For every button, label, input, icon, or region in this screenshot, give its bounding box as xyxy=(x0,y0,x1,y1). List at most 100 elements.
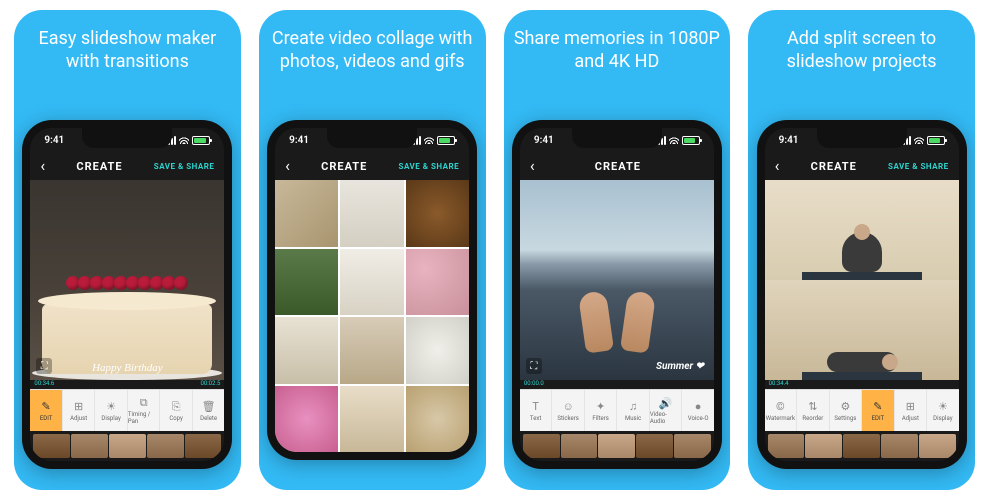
timeline[interactable] xyxy=(520,431,714,461)
nav-title: CREATE xyxy=(76,160,122,173)
adjust-icon: ⊞ xyxy=(903,400,917,414)
editor-canvas[interactable] xyxy=(765,180,959,380)
battery-icon xyxy=(682,136,700,145)
back-arrow-icon[interactable]: ‹ xyxy=(285,158,290,174)
tool-delete[interactable]: 🗑Delete xyxy=(193,390,225,431)
collage-cell[interactable] xyxy=(340,180,403,247)
tool-text[interactable]: TText xyxy=(520,390,553,431)
tool-display[interactable]: ☀Display xyxy=(95,390,128,431)
tool-watermark[interactable]: ©Watermark xyxy=(765,390,798,431)
promo-card-2: Create video collage with photos, videos… xyxy=(259,10,486,490)
editor-canvas[interactable]: Summer ❤ ⛶ xyxy=(520,180,714,380)
phone-notch xyxy=(82,128,172,148)
timeline-frame[interactable] xyxy=(881,434,918,458)
expand-icon[interactable]: ⛶ xyxy=(36,358,52,374)
collage-cell[interactable] xyxy=(275,317,338,384)
save-share-button[interactable]: SAVE & SHARE xyxy=(154,162,215,171)
tool-edit[interactable]: ✎EDIT xyxy=(30,390,63,431)
display-icon: ☀ xyxy=(936,400,950,414)
collage-cell[interactable] xyxy=(275,386,338,453)
timeline-frame[interactable] xyxy=(109,434,146,458)
timeline-frame[interactable] xyxy=(598,434,635,458)
collage-cell[interactable] xyxy=(275,180,338,247)
timeline-frame[interactable] xyxy=(843,434,880,458)
back-arrow-icon[interactable]: ‹ xyxy=(775,158,780,174)
phone-mockup: 9:41 ‹ CREATE SAVE & SHARE xyxy=(22,120,232,469)
voice-icon: ● xyxy=(691,400,705,414)
tool-adjust[interactable]: ⊞Adjust xyxy=(63,390,96,431)
reorder-icon: ⇅ xyxy=(806,400,820,414)
expand-icon[interactable]: ⛶ xyxy=(526,358,542,374)
save-share-button[interactable]: SAVE & SHARE xyxy=(399,162,460,171)
text-icon: T xyxy=(529,400,543,414)
collage-cell[interactable] xyxy=(340,386,403,453)
collage-cell[interactable] xyxy=(340,249,403,316)
timeline-frame[interactable] xyxy=(919,434,956,458)
slide-image: Summer ❤ xyxy=(520,180,714,380)
copy-icon: ⎘ xyxy=(169,400,183,414)
watermark-icon: © xyxy=(773,400,787,414)
tool-voiceover[interactable]: ●Voice-O xyxy=(682,390,714,431)
timeline-frame[interactable] xyxy=(147,434,184,458)
collage-cell[interactable] xyxy=(406,180,469,247)
slide-image xyxy=(30,180,224,380)
tool-settings[interactable]: ⚙Settings xyxy=(830,390,863,431)
stickers-icon: ☺ xyxy=(561,400,575,414)
timing-icon: ⧉ xyxy=(137,396,151,410)
timeline[interactable] xyxy=(765,431,959,461)
back-arrow-icon[interactable]: ‹ xyxy=(40,158,45,174)
tool-music[interactable]: ♫Music xyxy=(617,390,650,431)
timeline[interactable] xyxy=(30,431,224,461)
timeline-frame[interactable] xyxy=(674,434,711,458)
audio-icon: 🔊 xyxy=(659,396,673,410)
tool-copy[interactable]: ⎘Copy xyxy=(160,390,193,431)
promo-card-3: Share memories in 1080P and 4K HD 9:41 ‹… xyxy=(504,10,731,490)
collage-cell[interactable] xyxy=(340,317,403,384)
tool-timing[interactable]: ⧉Timing / Pan xyxy=(128,390,161,431)
timeline-frame[interactable] xyxy=(185,434,222,458)
tool-video-audio[interactable]: 🔊Video-Audio xyxy=(650,390,683,431)
save-share-button[interactable]: SAVE & SHARE xyxy=(888,162,949,171)
timeline-frame[interactable] xyxy=(523,434,560,458)
promo-caption: Easy slideshow maker with transitions xyxy=(14,10,241,110)
tool-stickers[interactable]: ☺Stickers xyxy=(552,390,585,431)
timecodes: 00:00.0 xyxy=(520,380,714,389)
time-end: 00:02.5 xyxy=(200,380,220,387)
split-pane-top[interactable] xyxy=(765,180,959,280)
nav-title: CREATE xyxy=(595,160,641,173)
phone-notch xyxy=(327,128,417,148)
phone-mockup: 9:41 ‹ CREATE SAVE & SHARE xyxy=(267,120,477,460)
tool-filters[interactable]: ✦Filters xyxy=(585,390,618,431)
time-start: 00:34.4 xyxy=(769,380,789,387)
timeline-frame[interactable] xyxy=(636,434,673,458)
wifi-icon xyxy=(669,136,679,144)
editor-toolbar: TText ☺Stickers ✦Filters ♫Music 🔊Video-A… xyxy=(520,389,714,431)
tool-edit[interactable]: ✎EDIT xyxy=(862,390,895,431)
time-start: 00:34.6 xyxy=(34,380,54,387)
app-navbar: ‹ CREATE SAVE & SHARE xyxy=(30,152,224,180)
timeline-frame[interactable] xyxy=(768,434,805,458)
timeline-frame[interactable] xyxy=(805,434,842,458)
timeline-frame[interactable] xyxy=(561,434,598,458)
timeline-frame[interactable] xyxy=(33,434,70,458)
app-navbar: ‹ CREATE SAVE & SHARE xyxy=(275,152,469,180)
timeline-frame[interactable] xyxy=(71,434,108,458)
phone-mockup: 9:41 ‹ CREATE . Summer ❤ ⛶ 0 xyxy=(512,120,722,469)
promo-card-4: Add split screen to slideshow projects 9… xyxy=(748,10,975,490)
back-arrow-icon[interactable]: ‹ xyxy=(530,158,535,174)
collage-cell[interactable] xyxy=(406,249,469,316)
nav-title: CREATE xyxy=(811,160,857,173)
tool-reorder[interactable]: ⇅Reorder xyxy=(797,390,830,431)
collage-grid[interactable] xyxy=(275,180,469,452)
app-navbar: ‹ CREATE . xyxy=(520,152,714,180)
split-pane-bottom[interactable] xyxy=(765,280,959,380)
collage-cell[interactable] xyxy=(275,249,338,316)
tool-adjust[interactable]: ⊞Adjust xyxy=(895,390,928,431)
tool-display[interactable]: ☀Display xyxy=(927,390,959,431)
slide-caption: Summer ❤ xyxy=(656,361,704,372)
phone-notch xyxy=(817,128,907,148)
collage-cell[interactable] xyxy=(406,386,469,453)
collage-cell[interactable] xyxy=(406,317,469,384)
editor-toolbar: ✎EDIT ⊞Adjust ☀Display ⧉Timing / Pan ⎘Co… xyxy=(30,389,224,431)
editor-canvas[interactable]: Happy Birthday ⛶ xyxy=(30,180,224,380)
